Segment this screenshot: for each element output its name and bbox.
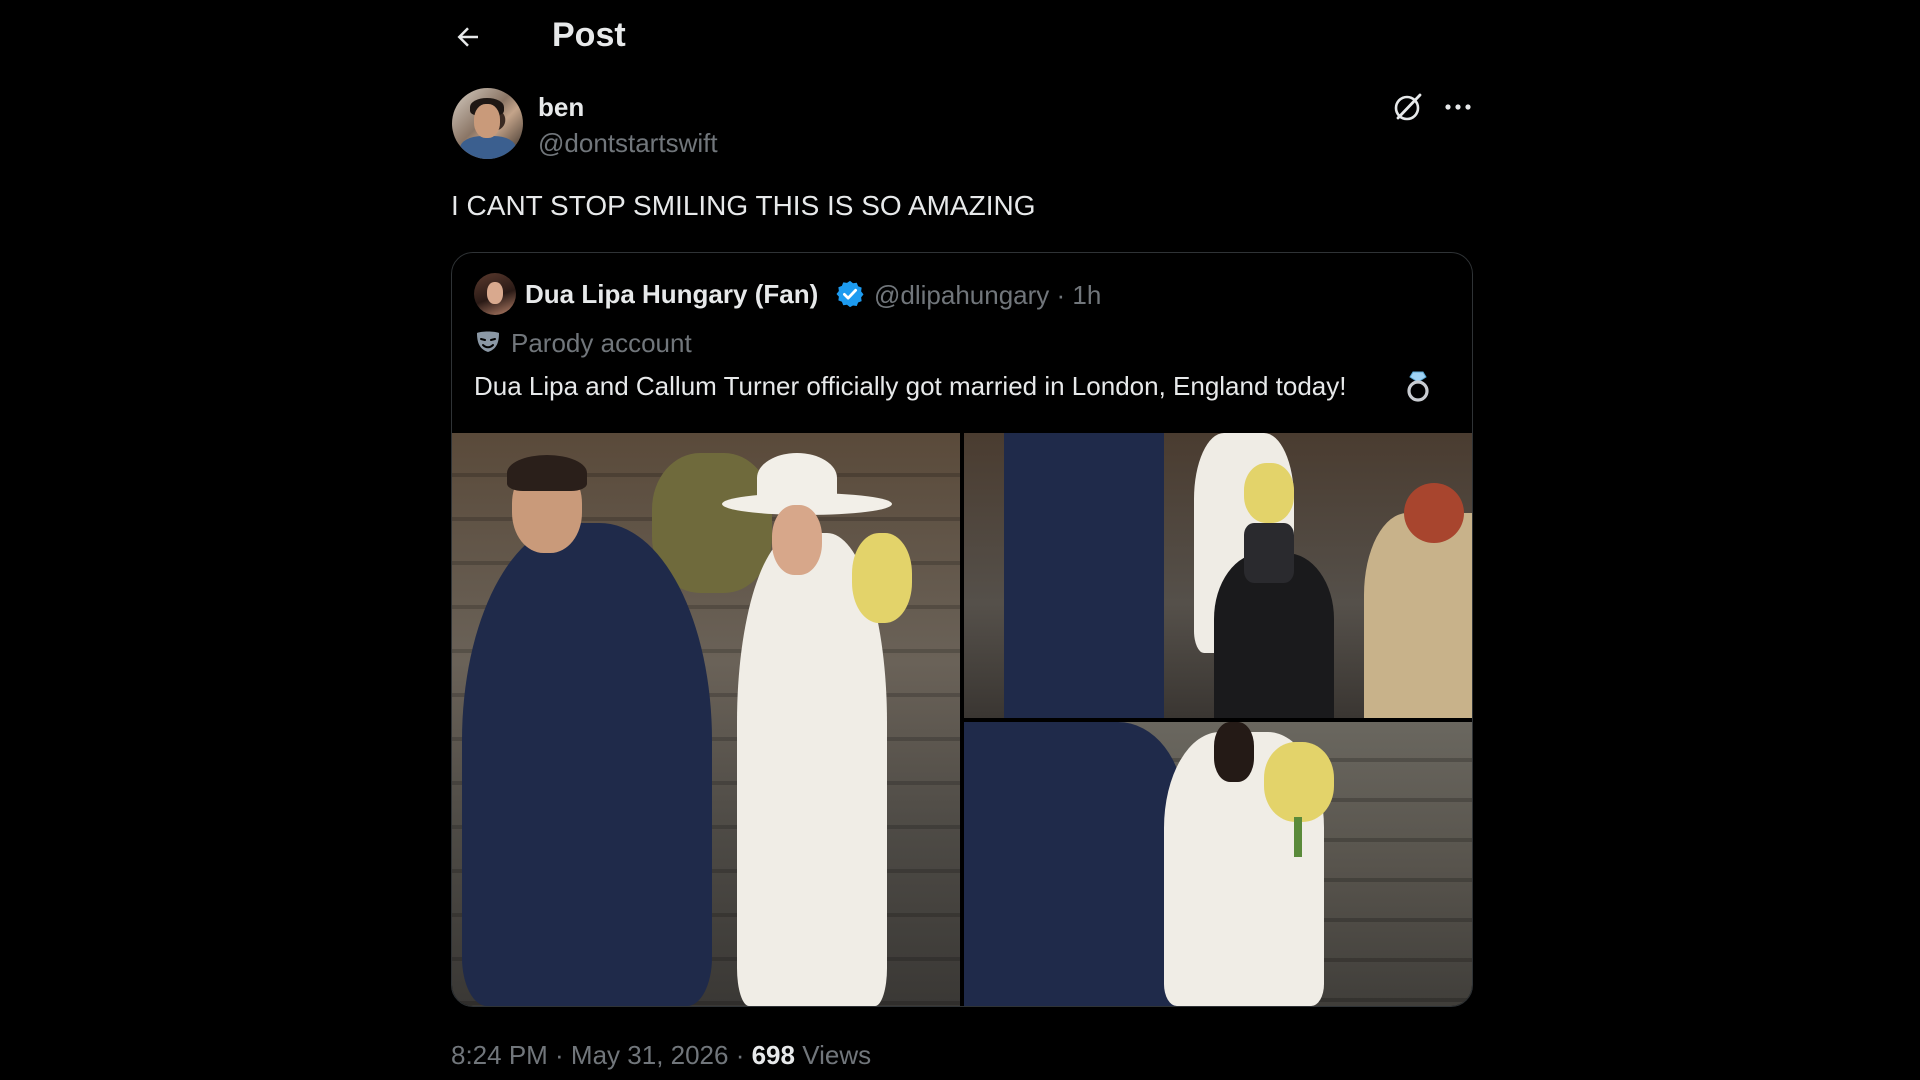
parody-label: Parody account <box>511 328 692 358</box>
post-author: ben @dontstartswift <box>451 88 1473 162</box>
quoted-author-name[interactable]: Dua Lipa Hungary (Fan) <box>525 279 818 310</box>
more-horizontal-icon[interactable] <box>1441 90 1475 124</box>
media-grid <box>452 433 1472 1006</box>
page-header: Post <box>451 0 1473 76</box>
post-timestamp[interactable]: 8:24 PM · May 31, 2026 · <box>451 1040 752 1070</box>
photo-photographers-crowd[interactable] <box>964 433 1472 718</box>
author-handle[interactable]: @dontstartswift <box>538 128 718 159</box>
post-meta: 8:24 PM · May 31, 2026 · 698 Views <box>451 1040 871 1071</box>
quoted-handle-time[interactable]: @dlipahungary · 1h <box>874 280 1101 311</box>
verified-badge-icon <box>835 279 865 309</box>
post-text: I CANT STOP SMILING THIS IS SO AMAZING <box>451 190 1036 221</box>
author-name[interactable]: ben <box>538 92 584 123</box>
ring-emoji-icon <box>1404 369 1432 403</box>
quoted-post[interactable]: Dua Lipa Hungary (Fan) @dlipahungary · 1… <box>451 252 1473 1007</box>
parody-mask-icon <box>474 328 502 356</box>
post-column: Post ben @dontstartswift I CANT STOP SMI… <box>451 0 1473 1080</box>
quoted-header: Dua Lipa Hungary (Fan) @dlipahungary · 1… <box>474 273 1434 317</box>
quoted-text: Dua Lipa and Callum Turner officially go… <box>474 371 1347 401</box>
page-title: Post <box>552 16 626 54</box>
photo-couple-leaving-steps[interactable] <box>452 433 960 1006</box>
quoted-avatar[interactable] <box>474 273 516 315</box>
views-label: Views <box>794 1040 872 1070</box>
avatar[interactable] <box>452 88 523 159</box>
arrow-left-icon[interactable] <box>453 22 483 52</box>
views-count: 698 <box>751 1040 795 1070</box>
grok-icon[interactable] <box>1391 90 1425 124</box>
parody-label-row: Parody account <box>474 326 1074 362</box>
photo-bride-with-bouquet[interactable] <box>964 722 1472 1006</box>
